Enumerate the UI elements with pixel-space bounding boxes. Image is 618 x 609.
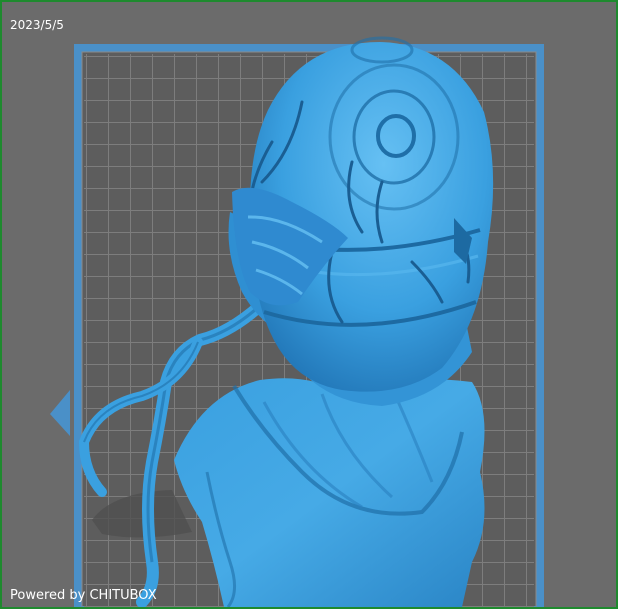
3d-viewport[interactable]: 2023/5/5 Powered by CHITUBOX [0, 0, 618, 609]
scene-canvas[interactable] [2, 2, 616, 607]
plate-front-marker [50, 390, 70, 436]
date-stamp: 2023/5/5 [10, 18, 64, 32]
watermark: Powered by CHITUBOX [10, 588, 157, 603]
